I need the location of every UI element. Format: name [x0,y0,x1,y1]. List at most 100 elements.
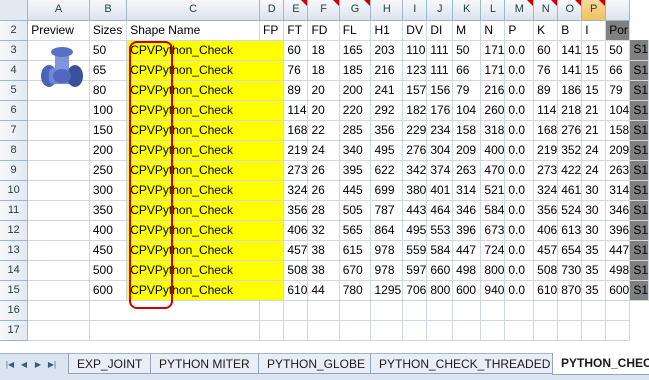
column-header[interactable]: E [283,0,309,21]
value-cell[interactable]: 89 [283,80,309,101]
value-cell[interactable]: 340 [339,140,372,161]
shape-name-cell[interactable]: CPVPython_Check [126,280,285,301]
tab-python-miter[interactable]: PYTHON MITER [150,354,259,374]
preview-cell[interactable] [27,260,90,281]
value-cell[interactable]: 324 [283,180,309,201]
column-header[interactable]: F [307,0,340,21]
value-cell[interactable]: 505 [339,200,372,221]
size-cell[interactable]: 400 [89,220,128,241]
header-cell[interactable]: FL [339,20,372,41]
header-cell[interactable]: H1 [370,20,404,41]
value-cell[interactable]: 443 [402,200,428,221]
value-cell[interactable]: 66 [605,60,631,81]
row-header[interactable]: 16 [0,300,29,321]
row-header[interactable]: 14 [0,260,29,281]
row-header[interactable]: 13 [0,240,29,261]
value-cell[interactable]: 168 [283,120,309,141]
shape-name-cell[interactable]: CPVPython_Check [126,220,285,241]
value-cell[interactable]: 600 [452,280,482,301]
value-cell[interactable]: 870 [557,280,583,301]
size-cell[interactable]: 350 [89,200,128,221]
value-cell[interactable]: 22 [307,120,340,141]
column-header[interactable]: P [581,0,607,21]
value-cell[interactable]: 584 [426,240,454,261]
shape-name-cell[interactable]: CPVPython_Check [126,200,285,221]
cell[interactable] [533,320,559,341]
column-header[interactable]: C [126,0,261,21]
port-cell[interactable]: S1 [629,120,649,141]
value-cell[interactable]: 66 [452,60,482,81]
prev-sheet-icon[interactable]: ◀ [18,358,30,372]
value-cell[interactable]: 498 [452,260,482,281]
value-cell[interactable]: 76 [533,60,559,81]
size-cell[interactable]: 150 [89,120,128,141]
value-cell[interactable]: 346 [605,200,631,221]
preview-cell[interactable] [27,220,90,241]
cell[interactable] [27,300,90,321]
value-cell[interactable]: 263 [452,160,482,181]
value-cell[interactable]: 292 [370,100,404,121]
header-cell[interactable]: B [557,20,583,41]
value-cell[interactable]: 216 [480,80,506,101]
value-cell[interactable]: 104 [452,100,482,121]
value-cell[interactable]: 613 [557,220,583,241]
value-cell[interactable]: 38 [307,260,340,281]
value-cell[interactable]: 352 [557,140,583,161]
value-cell[interactable]: 165 [339,40,372,61]
value-cell[interactable]: 461 [557,180,583,201]
size-cell[interactable]: 65 [89,60,128,81]
value-cell[interactable]: 158 [605,120,631,141]
size-cell[interactable]: 80 [89,80,128,101]
cell[interactable] [259,320,285,341]
row-header[interactable]: 9 [0,160,29,181]
header-cell[interactable]: FP [259,20,285,41]
value-cell[interactable]: 508 [283,260,309,281]
column-header[interactable]: N [533,0,559,21]
cell[interactable] [605,320,631,341]
cell[interactable] [89,320,261,341]
cell[interactable] [480,300,506,321]
value-cell[interactable]: 35 [581,260,607,281]
value-cell[interactable]: 263 [605,160,631,181]
value-cell[interactable]: 203 [370,40,404,61]
value-cell[interactable]: 422 [557,160,583,181]
cell[interactable] [581,300,607,321]
value-cell[interactable]: 660 [426,260,454,281]
size-cell[interactable]: 300 [89,180,128,201]
value-cell[interactable]: 176 [426,100,454,121]
size-cell[interactable]: 600 [89,280,128,301]
value-cell[interactable]: 171 [480,60,506,81]
cell[interactable] [89,300,261,321]
value-cell[interactable]: 182 [402,100,428,121]
cell[interactable] [27,320,90,341]
value-cell[interactable]: 114 [283,100,309,121]
shape-name-cell[interactable]: CPVPython_Check [126,140,285,161]
value-cell[interactable]: 457 [533,240,559,261]
cell[interactable] [533,300,559,321]
value-cell[interactable]: 940 [480,280,506,301]
value-cell[interactable]: 15 [581,80,607,101]
column-header[interactable]: M [504,0,535,21]
value-cell[interactable]: 314 [452,180,482,201]
value-cell[interactable]: 24 [307,140,340,161]
row-header[interactable]: 2 [0,20,29,41]
port-cell[interactable]: S1 [629,260,649,281]
preview-cell[interactable] [27,240,90,261]
preview-cell[interactable] [27,160,90,181]
size-cell[interactable]: 450 [89,240,128,261]
header-cell[interactable]: Preview [27,20,90,41]
value-cell[interactable]: 15 [581,40,607,61]
value-cell[interactable]: 0.0 [504,60,535,81]
value-cell[interactable]: 864 [370,220,404,241]
next-sheet-icon[interactable]: ▶ [32,358,44,372]
cell[interactable] [339,320,372,341]
value-cell[interactable]: 0.0 [504,140,535,161]
cell[interactable] [339,300,372,321]
value-cell[interactable]: 229 [402,120,428,141]
header-cell[interactable]: FD [307,20,340,41]
row-header[interactable]: 3 [0,40,29,61]
header-cell[interactable]: FT [283,20,309,41]
cell[interactable] [426,300,454,321]
header-cell[interactable]: DI [426,20,454,41]
value-cell[interactable]: 141 [557,60,583,81]
